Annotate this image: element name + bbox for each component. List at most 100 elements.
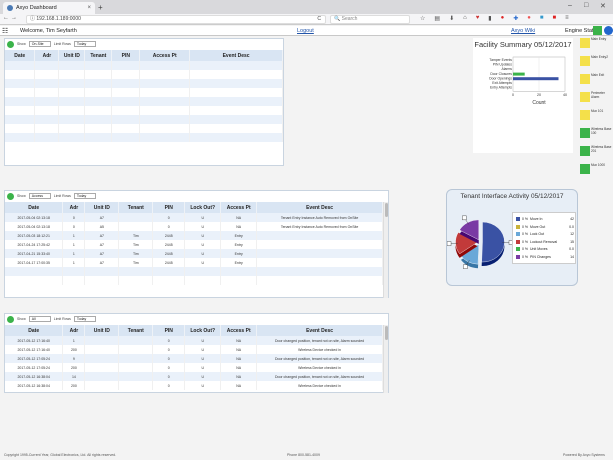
column-header[interactable]: Unit ID: [58, 50, 86, 61]
onsite-limit-select[interactable]: Today: [73, 41, 96, 47]
table-row[interactable]: [5, 106, 283, 115]
close-window-icon[interactable]: ✕: [600, 2, 606, 10]
column-header[interactable]: Adr: [34, 50, 60, 61]
column-header[interactable]: PIN: [152, 202, 186, 213]
addon-blue-icon[interactable]: ✚: [513, 15, 518, 22]
refresh-icon[interactable]: [7, 192, 14, 200]
scroll-thumb[interactable]: [385, 326, 388, 340]
access-limit-select[interactable]: Today: [73, 193, 96, 199]
table-row[interactable]: 2017-04-24 17:25:42 1 A7 Tim 2445 U Entry: [5, 240, 383, 249]
table-cell: [189, 61, 283, 70]
table-row[interactable]: 2017-04-21 15:33:40 1 A7 Tim 2445 U Entry: [5, 249, 383, 258]
table-row[interactable]: [5, 88, 283, 97]
column-header[interactable]: Tenant: [84, 50, 113, 61]
search-input[interactable]: 🔍 Search: [330, 15, 410, 24]
table-row[interactable]: 2017-05-12 17:05:24 200 0 U NA Wireless Devic…: [5, 363, 383, 372]
logout-link[interactable]: Logout: [297, 28, 314, 34]
table-row[interactable]: 2017-05-12 17:16:40 1 0 U NA Door changed pos…: [5, 336, 383, 345]
column-header[interactable]: PIN: [152, 325, 186, 336]
column-header[interactable]: PIN: [111, 50, 141, 61]
table-row[interactable]: 2017-05-03 18:12:21 1 A7 Tim 2445 U Entry: [5, 231, 383, 240]
table-row[interactable]: 2017-05-12 16:38:04 14 0 U NA Door changed po…: [5, 372, 383, 381]
column-header[interactable]: Date: [5, 202, 64, 213]
addon-fire-icon[interactable]: ●: [527, 15, 531, 22]
minimize-icon[interactable]: –: [568, 2, 572, 9]
forward-icon[interactable]: →: [11, 15, 17, 21]
reading-list-icon[interactable]: ▤: [434, 15, 440, 22]
back-icon[interactable]: ←: [3, 15, 9, 21]
close-tab-icon[interactable]: ×: [87, 5, 91, 11]
extension-icon[interactable]: ▮: [488, 15, 491, 22]
table-row[interactable]: [5, 267, 383, 276]
access-filter-select[interactable]: Access: [28, 193, 51, 199]
column-header[interactable]: Event Desc: [256, 202, 383, 213]
sidebar-device-item[interactable]: Mux 1000: [580, 163, 613, 174]
sidebar-device-item[interactable]: Main Entry: [580, 37, 613, 48]
events-filter-select[interactable]: All: [28, 316, 51, 322]
table-row[interactable]: [5, 124, 283, 133]
column-header[interactable]: Access Pt: [220, 325, 258, 336]
table-row[interactable]: [5, 79, 283, 88]
browser-tab[interactable]: Axyo Dashboard ×: [3, 2, 95, 14]
column-header[interactable]: Adr: [62, 202, 86, 213]
new-tab-icon[interactable]: +: [98, 3, 103, 12]
table-cell: Tim: [118, 231, 154, 240]
bar[interactable]: [513, 72, 525, 76]
table-row[interactable]: 2017-05-12 17:05:24 9 0 U NA Door changed pos…: [5, 354, 383, 363]
sidebar-device-item[interactable]: Perimeter Alarm: [580, 91, 613, 102]
column-header[interactable]: Access Pt: [139, 50, 191, 61]
table-row[interactable]: 2017-05-12 17:16:40 200 0 U NA Wireless Devic…: [5, 345, 383, 354]
maximize-icon[interactable]: □: [584, 2, 588, 9]
table-row[interactable]: 2017-05-04 02:13:18 0 A7 0 U NA Tenant Entry I…: [5, 213, 383, 222]
engine-status-icon[interactable]: [604, 26, 613, 35]
table-row[interactable]: [5, 276, 383, 285]
table-row[interactable]: [5, 61, 283, 70]
pocket-icon[interactable]: ♥: [476, 15, 480, 22]
sidebar-device-item[interactable]: Mux 101: [580, 109, 613, 120]
url-bar[interactable]: ⓘ 192.168.1.189:0000 C: [26, 15, 326, 24]
column-header[interactable]: Lock Out?: [184, 325, 222, 336]
addon-flag-icon[interactable]: ■: [553, 15, 557, 22]
table-cell: 2017-05-03 18:12:21: [5, 231, 64, 240]
sidebar-device-item[interactable]: Wireless Base 201: [580, 145, 613, 156]
column-header[interactable]: Lock Out?: [184, 202, 222, 213]
refresh-icon[interactable]: [7, 40, 14, 48]
column-header[interactable]: Tenant: [118, 202, 154, 213]
addon-square-icon[interactable]: ■: [540, 15, 544, 22]
events-limit-select[interactable]: Today: [73, 316, 96, 322]
sidebar-device-item[interactable]: Wireless Base 100: [580, 127, 613, 138]
table-row[interactable]: 2017-04-17 17:00:35 1 A7 Tim 2445 U Entry: [5, 258, 383, 267]
menu-icon[interactable]: ≡: [565, 15, 569, 22]
table-row[interactable]: 2017-05-04 02:13:18 0 A5 0 U NA Tenant Entry I…: [5, 222, 383, 231]
column-header[interactable]: Unit ID: [84, 202, 120, 213]
table-row[interactable]: [5, 97, 283, 106]
table-row[interactable]: [5, 133, 283, 142]
column-header[interactable]: Event Desc: [256, 325, 383, 336]
table-row[interactable]: [5, 115, 283, 124]
home-icon[interactable]: ⌂: [463, 15, 467, 22]
column-header[interactable]: Date: [5, 325, 64, 336]
column-header[interactable]: Event Desc: [189, 50, 283, 61]
column-header[interactable]: Adr: [62, 325, 86, 336]
column-header[interactable]: Date: [5, 50, 36, 61]
onsite-filter-select[interactable]: On-Site: [28, 41, 51, 47]
refresh-icon[interactable]: [7, 315, 14, 323]
sidebar-device-item[interactable]: Main Exit: [580, 73, 613, 84]
grid-menu-icon[interactable]: ☷: [2, 27, 8, 35]
events-scrollbar[interactable]: [383, 325, 388, 393]
column-header[interactable]: Unit ID: [84, 325, 120, 336]
access-scrollbar[interactable]: [383, 202, 388, 298]
table-row[interactable]: [5, 70, 283, 79]
scroll-thumb[interactable]: [385, 203, 388, 217]
column-header[interactable]: Access Pt: [220, 202, 258, 213]
column-header[interactable]: Tenant: [118, 325, 154, 336]
sidebar-device-item[interactable]: Main Entry2: [580, 55, 613, 66]
reload-icon[interactable]: C: [317, 16, 321, 23]
addon-red-icon[interactable]: ●: [501, 15, 505, 22]
table-cell: [5, 276, 64, 285]
bar[interactable]: [513, 77, 559, 81]
table-row[interactable]: 2017-05-12 16:38:04 200 0 U NA Wireless Devic…: [5, 381, 383, 390]
wiki-link[interactable]: Axyo Wiki: [511, 28, 535, 34]
bookmark-star-icon[interactable]: ☆: [420, 15, 425, 22]
download-icon[interactable]: ⬇: [449, 15, 454, 22]
